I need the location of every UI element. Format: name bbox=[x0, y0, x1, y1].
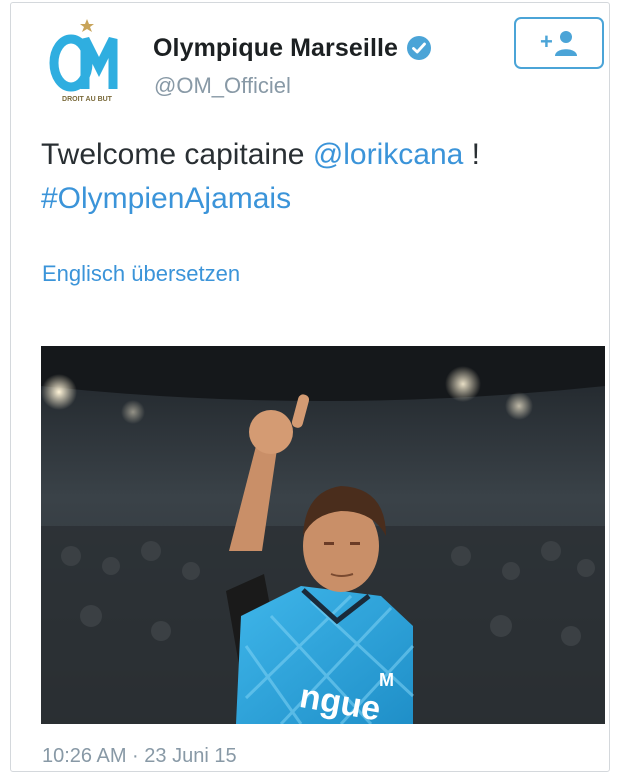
tweet-timestamp[interactable]: 10:26 AM · 23 Juni 15 bbox=[42, 745, 237, 768]
follow-user-icon: + bbox=[540, 29, 577, 56]
mention-link[interactable]: @lorikcana bbox=[313, 138, 464, 171]
display-name[interactable]: Olympique Marseille bbox=[153, 34, 398, 63]
tweet-photo[interactable]: M ngue bbox=[41, 346, 605, 724]
account-handle[interactable]: @OM_Officiel bbox=[154, 73, 291, 99]
verified-badge-icon bbox=[407, 36, 432, 60]
tweet-text: Twelcome capitaine @lorikcana ! #Olympie… bbox=[41, 133, 601, 221]
svg-text:M: M bbox=[379, 670, 394, 690]
tweet-text-suffix: ! bbox=[463, 138, 480, 171]
tweet-text-prefix: Twelcome capitaine bbox=[41, 138, 313, 171]
follow-button[interactable]: + bbox=[514, 17, 604, 69]
account-name-row: Olympique Marseille bbox=[153, 31, 432, 65]
hashtag-link[interactable]: #OlympienAjamais bbox=[41, 182, 291, 215]
tweet-card: DROIT AU BUT Olympique Marseille @OM_Off… bbox=[10, 2, 610, 772]
translate-link[interactable]: Englisch übersetzen bbox=[42, 261, 240, 287]
om-crest-avatar[interactable]: DROIT AU BUT bbox=[41, 17, 133, 109]
follow-plus: + bbox=[540, 29, 553, 54]
crest-motto: DROIT AU BUT bbox=[62, 96, 113, 103]
